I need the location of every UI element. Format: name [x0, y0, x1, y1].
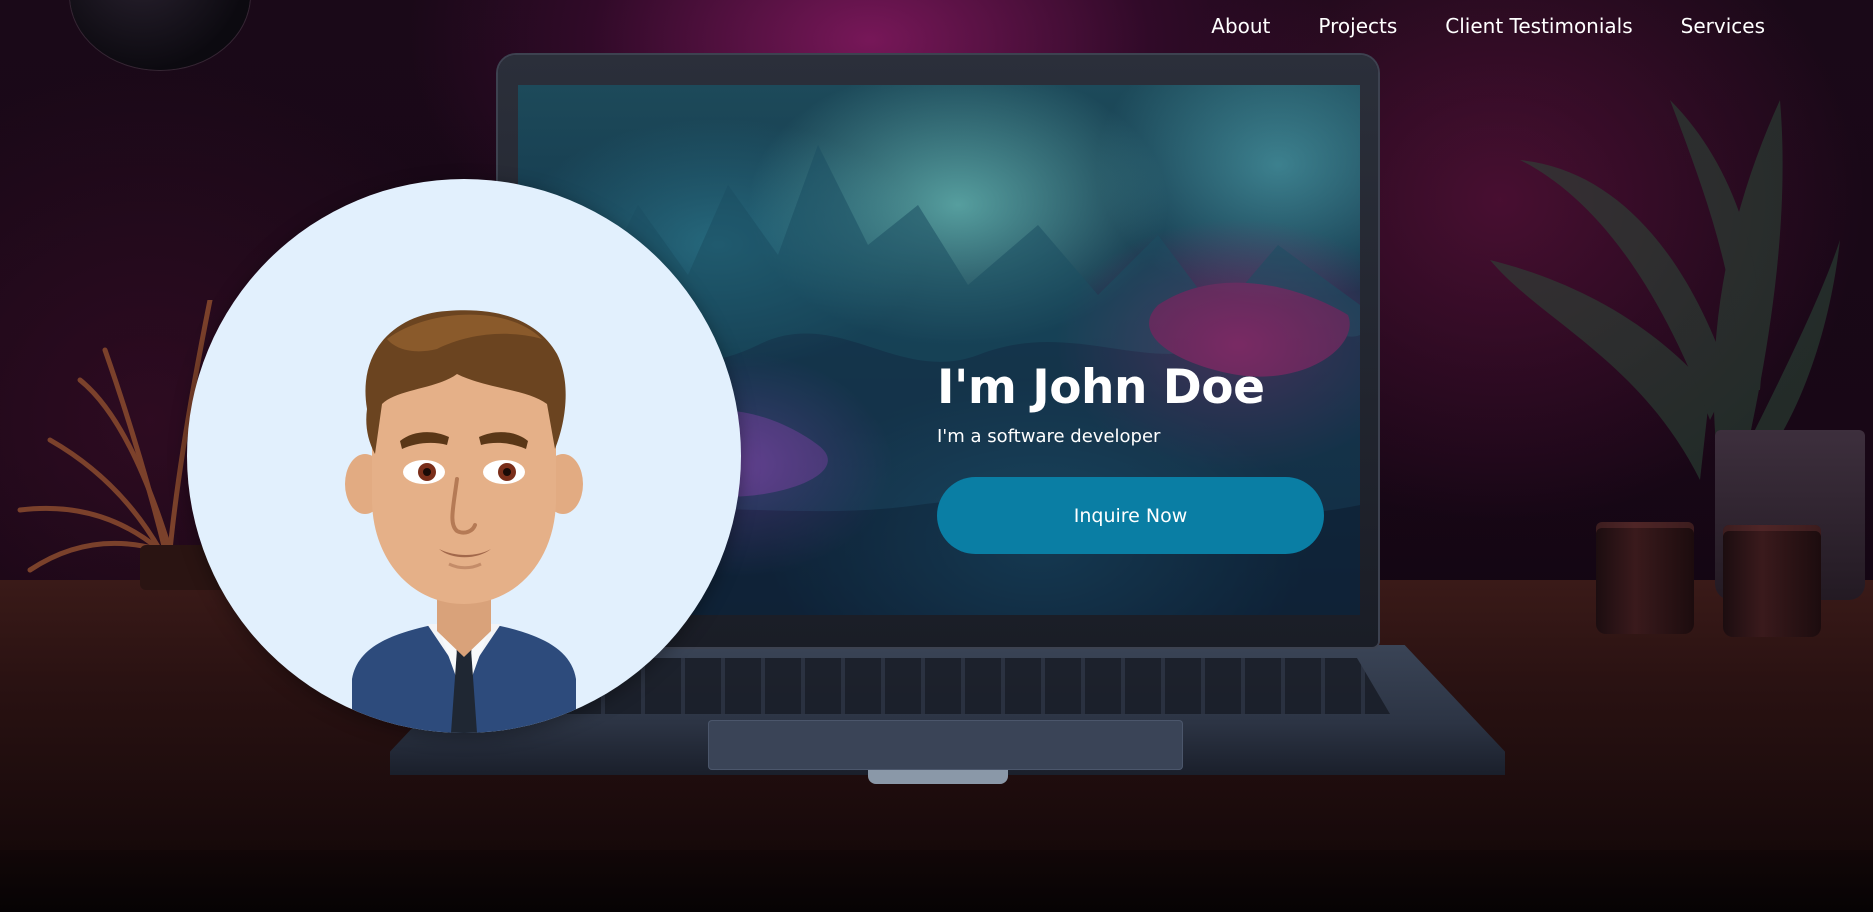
- hero-title: I'm John Doe: [937, 360, 1265, 415]
- nav-link-services[interactable]: Services: [1681, 12, 1765, 40]
- candle-holder-1: [1596, 522, 1694, 634]
- nav-link-about[interactable]: About: [1211, 12, 1270, 40]
- hero-background: About Projects Client Testimonials Servi…: [0, 0, 1873, 912]
- candle-holder-2: [1723, 525, 1821, 637]
- nav-link-client-testimonials[interactable]: Client Testimonials: [1445, 12, 1632, 40]
- laptop-keyboard: [565, 658, 1390, 714]
- inquire-now-button[interactable]: Inquire Now: [937, 477, 1324, 554]
- nav-link-projects[interactable]: Projects: [1318, 12, 1397, 40]
- hero-text: I'm John Doe I'm a software developer: [937, 358, 1265, 450]
- laptop-hinge: [868, 770, 1008, 784]
- main-nav: About Projects Client Testimonials Servi…: [1211, 12, 1765, 40]
- desk-edge: [0, 850, 1873, 912]
- lamp-decoration: [70, 0, 250, 70]
- hero-subtitle: I'm a software developer: [937, 426, 1161, 447]
- avatar: [187, 179, 741, 733]
- developer-avatar-icon: [345, 310, 583, 733]
- laptop-trackpad: [708, 720, 1183, 770]
